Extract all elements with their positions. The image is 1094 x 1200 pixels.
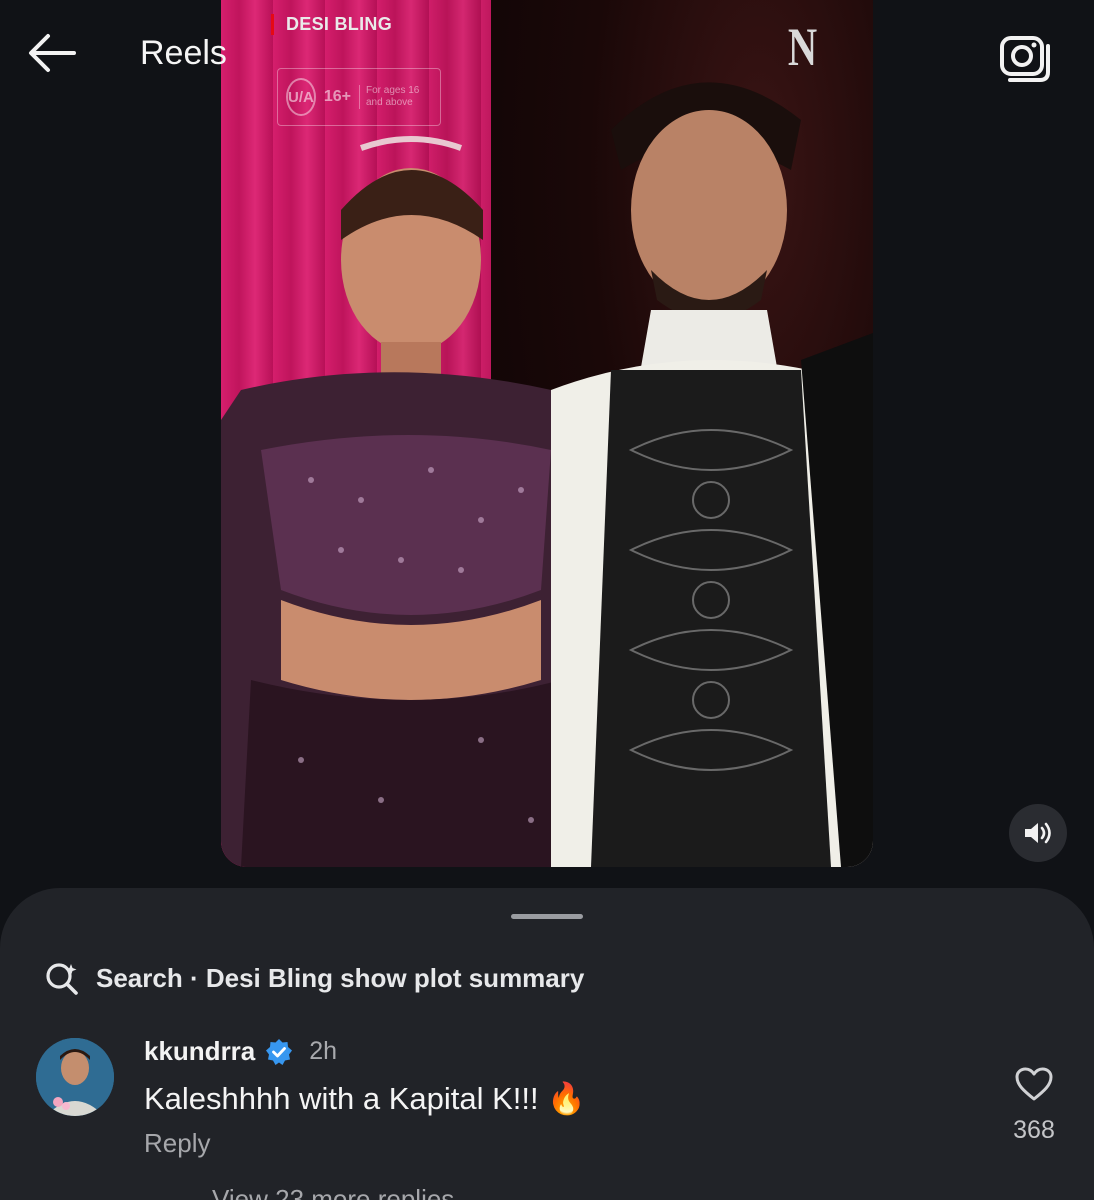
view-more-replies[interactable]: View 23 more replies <box>212 1184 454 1200</box>
commenter-username[interactable]: kkundrra <box>144 1036 255 1067</box>
heart-outline-icon <box>1015 1067 1053 1101</box>
reel-video[interactable]: DESI BLING U/A 16+ For ages 16 and above… <box>221 0 873 867</box>
ai-search-icon <box>46 963 78 995</box>
verified-badge-icon <box>266 1038 293 1065</box>
age-rating-note: For ages 16 and above <box>358 85 432 109</box>
camera-button[interactable] <box>996 28 1052 84</box>
avatar-photo <box>36 1038 114 1116</box>
age-rating-box: U/A 16+ For ages 16 and above <box>277 68 441 126</box>
show-title: DESI BLING <box>271 14 392 35</box>
netflix-logo: N <box>787 17 818 77</box>
comment-time: 2h <box>309 1037 338 1065</box>
comment-header: kkundrra 2h <box>144 1036 337 1067</box>
search-suggestion-label: Search · Desi Bling show plot summary <box>96 962 585 993</box>
man-figure <box>551 82 873 867</box>
speaker-icon <box>1025 822 1051 844</box>
ua-rating-badge: U/A <box>286 78 316 116</box>
related-search-suggestion[interactable]: Search · Desi Bling show plot summary <box>44 960 584 996</box>
reels-screen: DESI BLING U/A 16+ For ages 16 and above… <box>0 0 1094 1200</box>
sheet-drag-handle[interactable] <box>511 914 583 919</box>
sound-toggle-button[interactable] <box>1009 804 1067 862</box>
camera-icon <box>1000 36 1050 82</box>
commenter-avatar[interactable] <box>36 1038 114 1116</box>
like-button[interactable] <box>1014 1066 1054 1102</box>
arrow-left-icon <box>29 34 76 72</box>
age-rating: 16+ <box>323 88 351 105</box>
reply-button[interactable]: Reply <box>144 1128 210 1159</box>
back-button[interactable] <box>24 28 80 78</box>
comment-text: Kaleshhhh with a Kapital K!!! 🔥 <box>144 1081 586 1116</box>
page-title: Reels <box>140 34 227 72</box>
like-count: 368 <box>1013 1116 1055 1144</box>
comments-sheet: Search · Desi Bling show plot summary kk… <box>0 888 1094 1200</box>
woman-figure <box>221 136 601 867</box>
